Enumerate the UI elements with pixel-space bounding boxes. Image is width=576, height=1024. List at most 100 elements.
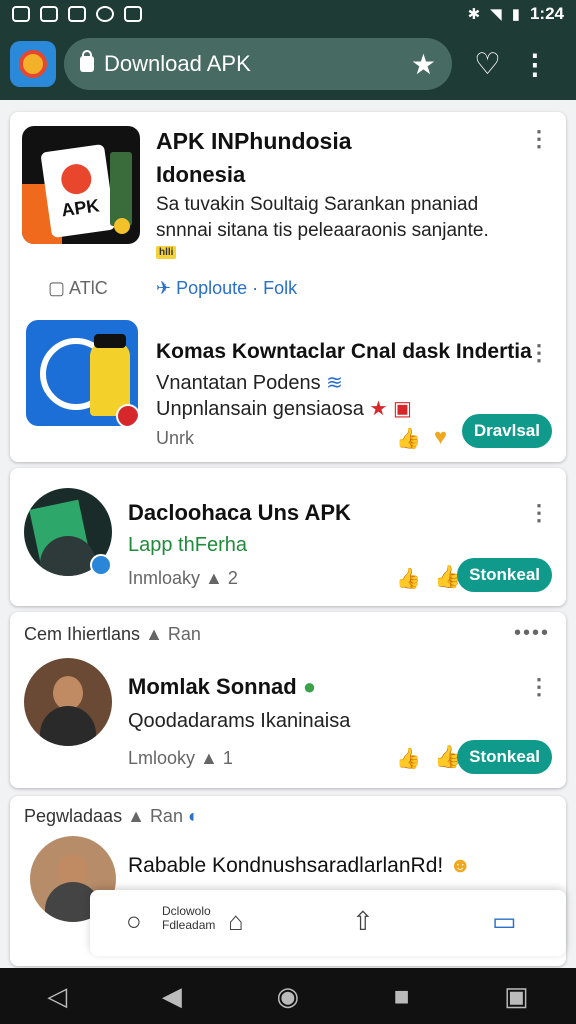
gift-icon: ▣ [393, 398, 412, 420]
wifi-icon: ◥ [490, 6, 502, 23]
back-filled-icon[interactable]: ◀ [162, 981, 182, 1012]
momlak-like-icon[interactable]: 👍 [396, 746, 421, 771]
dacloohaca-like-icon[interactable]: 👍 [396, 566, 421, 591]
card-more-icon[interactable]: ⋮ [528, 126, 550, 152]
url-text[interactable]: Download APK [104, 51, 411, 77]
dacloohaca-more-icon[interactable]: ⋮ [528, 500, 550, 526]
star-emoji-icon: ★ [369, 398, 388, 420]
back-icon[interactable]: ◁ [47, 981, 67, 1012]
apk-thumb-strip [110, 152, 132, 226]
float-bar-text-line2: Fdleadam [162, 918, 216, 932]
komas-thumbnail[interactable] [26, 320, 138, 426]
komas-more-icon[interactable]: ⋮ [528, 340, 550, 366]
apk-right-tag[interactable]: ✈ Poploute · Folk [156, 278, 297, 299]
apk-thumb-card: APK [40, 143, 116, 239]
lock-icon [80, 50, 94, 72]
momlak-verified-icon: ● [302, 674, 317, 699]
apps-icon[interactable]: ▣ [504, 981, 529, 1012]
momlak-meta: Lmlooky ▲ 1 [128, 748, 233, 769]
apk-thumbnail[interactable]: APK [22, 126, 140, 244]
section-head-2: Pegwladaas ▲ Ran ◐ [24, 806, 199, 827]
section1-like-icon: ▲ [145, 624, 163, 644]
dacloohaca-like-count-icon: ▲ [205, 568, 223, 588]
box-icon[interactable]: ▭ [492, 906, 517, 937]
app-logo-inner [19, 50, 47, 78]
info-icon [124, 6, 142, 22]
star-icon[interactable]: ★ [411, 48, 436, 81]
komas-line1-text: Vnantatan Podens [156, 372, 321, 394]
momlak-meta-text: Lmlooky [128, 748, 196, 768]
momlak-title-text[interactable]: Momlak Sonnad [128, 674, 297, 699]
momlak-title[interactable]: Momlak Sonnad ● [128, 674, 316, 700]
apk-badge: hlli [156, 246, 177, 259]
momlak-like-count-icon: ▲ [200, 748, 218, 768]
apk-thumb-logo [59, 161, 94, 196]
dacloohaca-meta: Inmloaky ▲ 2 [128, 568, 238, 589]
dacloohaca-meta-text: Inmloaky [128, 568, 201, 588]
share-icon[interactable]: ⇧ [352, 906, 374, 937]
komas-like-icon[interactable]: 👍 [396, 426, 421, 451]
overflow-menu-icon[interactable]: ⋮ [521, 48, 549, 81]
status-left [12, 6, 142, 22]
momlak-download-button[interactable]: Stonkeal [457, 740, 552, 774]
apk-desc-line2: snnnai sitana tis peleaaraonis sanjante. [156, 220, 489, 241]
section-head-1: Cem Ihiertlans ▲ Ran [24, 624, 201, 645]
komas-title[interactable]: Komas Kowntaclar Cnal dask Indertia [156, 340, 532, 364]
apk-left-tag: ▢ ATlC [48, 278, 108, 299]
status-bar: ✱ ◥ ▮ 1:24 [0, 0, 576, 28]
apk-title[interactable]: APK INPhundosia [156, 128, 352, 155]
smiley-icon: ☻ [449, 854, 472, 877]
momlak-avatar-head [53, 676, 83, 710]
section2-label: Pegwladaas [24, 806, 123, 826]
komas-download-button[interactable]: Dravlsal [461, 414, 552, 448]
music-icon [96, 6, 114, 22]
dacloohaca-card: Dacloohaca Uns APK ⋮ Lapp thFerha Inmloa… [10, 468, 566, 606]
recents-icon[interactable]: ■ [394, 981, 410, 1012]
apk-right-tag-text[interactable]: Poploute · Folk [176, 278, 297, 298]
section2-emoji-icon: ◐ [187, 806, 199, 826]
home-icon[interactable]: ◉ [276, 981, 299, 1012]
rabable-title-text[interactable]: Rabable KondnushsaradlarlanRd! [128, 854, 443, 877]
mail-icon [68, 6, 86, 22]
apk-card: APK APK INPhundosia Idonesia ⋮ Sa tuvaki… [10, 112, 566, 462]
komas-thumb-badge [116, 404, 138, 426]
momlak-line1: Qoodadarams Ikaninaisa [128, 710, 351, 732]
system-nav-bar: ◁ ◀ ◉ ■ ▣ [0, 968, 576, 1024]
dacloohaca-verified-icon [90, 554, 112, 576]
komas-thumb-hat [94, 334, 126, 348]
signal-icon: ▮ [511, 6, 520, 23]
dacloohaca-title[interactable]: Dacloohaca Uns APK [128, 500, 351, 526]
comment-icon[interactable]: ○ [126, 906, 142, 937]
apk-thumb-label: APK [60, 194, 101, 220]
momlak-avatar-body [40, 706, 96, 746]
rabable-title[interactable]: Rabable KondnushsaradlarlanRd! ☻ [128, 854, 471, 878]
stack-icon: ≋ [326, 372, 343, 394]
section2-like-icon: ▲ [127, 806, 145, 826]
save-icon[interactable]: ⌂ [228, 906, 244, 937]
dacloohaca-download-button[interactable]: Stonkeal [457, 558, 552, 592]
section2-extra: Ran [149, 806, 183, 826]
pin-icon: ✈ [156, 278, 172, 298]
momlak-avatar[interactable] [24, 658, 112, 746]
favorite-heart-icon[interactable]: ♡ [474, 47, 501, 82]
bluetooth-icon: ✱ [467, 6, 481, 23]
clock: 1:24 [529, 4, 564, 23]
dacloohaca-meta-count: 2 [227, 568, 238, 588]
apk-left-tag-text: ATlC [69, 278, 108, 298]
komas-line2: Unpnlansain gensiaosa ★ ▣ [156, 396, 412, 421]
float-bar-text: Dclowolo Fdleadam [162, 904, 215, 932]
app-logo-icon[interactable] [10, 41, 56, 87]
tag-icon: ▢ [48, 278, 66, 298]
browser-toolbar: Download APK ★ ♡ ⋮ [0, 28, 576, 100]
apk-subtitle: Idonesia [156, 162, 246, 187]
notification-icon [12, 6, 30, 22]
momlak-more-icon[interactable]: ⋮ [528, 674, 550, 700]
komas-line1: Vnantatan Podens ≋ [156, 370, 343, 395]
apk-desc-line1: Sa tuvakin Soultaig Sarankan pnaniad [156, 194, 479, 215]
float-bar-text-line1: Dclowolo [162, 904, 211, 918]
alert-icon [40, 6, 58, 22]
url-bar[interactable]: Download APK ★ [64, 38, 452, 90]
section1-label: Cem Ihiertlans [24, 624, 141, 644]
section1-more-icon[interactable]: •••• [514, 622, 550, 645]
komas-heart-icon[interactable]: ♥ [434, 424, 447, 450]
